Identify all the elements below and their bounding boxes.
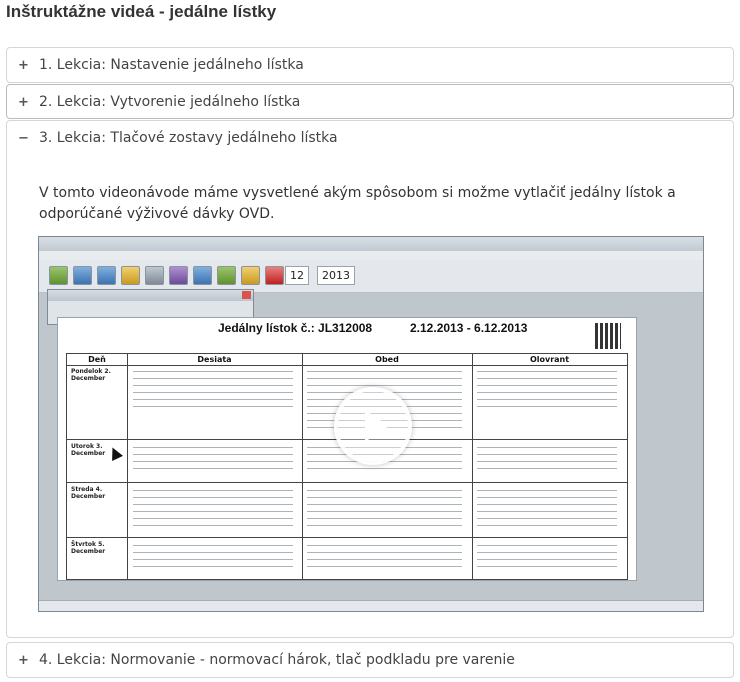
toolbar-icon (265, 266, 284, 285)
toolbar-icon (241, 266, 260, 285)
menu-table: Deň Desiata Obed Olovrant Pondelok 2. De… (66, 353, 628, 580)
video-app-menu-bar (39, 251, 703, 260)
video-player[interactable]: 12 2013 Jedálny lístok č.: JL312008 2.12… (38, 236, 704, 612)
toolbar-icon (73, 266, 92, 285)
toolbar-icon (145, 266, 164, 285)
print-preview-title (48, 290, 253, 301)
day-label: Pondelok 2. December (71, 368, 111, 382)
col-header-afternoon: Olovrant (472, 354, 627, 366)
lesson-title-1: 1. Lekcia: Nastavenie jedálneho lístka (39, 57, 304, 73)
play-icon (365, 410, 389, 442)
toolbar-icon (49, 266, 68, 285)
lesson-header-1[interactable]: + 1. Lekcia: Nastavenie jedálneho lístka (7, 48, 733, 82)
day-label: Štvrtok 5. December (71, 541, 106, 555)
lesson-title-3: 3. Lekcia: Tlačové zostavy jedálneho lís… (39, 130, 338, 146)
toolbar-icon (193, 266, 212, 285)
plus-icon: + (18, 652, 29, 668)
qr-code-icon (595, 323, 621, 349)
toolbar-icon (121, 266, 140, 285)
video-app-title-bar (39, 237, 703, 251)
toolbar-icon (169, 266, 188, 285)
report-dates: 2.12.2013 - 6.12.2013 (410, 321, 528, 335)
lesson-title-4: 4. Lekcia: Normovanie - normovací hárok,… (39, 652, 515, 668)
lesson-header-4[interactable]: + 4. Lekcia: Normovanie - normovací háro… (7, 643, 733, 677)
lesson-header-2[interactable]: + 2. Lekcia: Vytvorenie jedálneho lístka (7, 85, 733, 119)
close-icon (242, 291, 251, 299)
plus-icon: + (18, 94, 29, 110)
video-app-status-bar (39, 600, 703, 611)
lesson-panel-2: + 2. Lekcia: Vytvorenie jedálneho lístka (6, 84, 734, 119)
report-title: Jedálny lístok č.: JL312008 (218, 321, 373, 335)
month-field: 12 (285, 266, 309, 285)
page-title: Inštruktážne videá - jedálne lístky (6, 2, 277, 21)
lesson-header-3[interactable]: − 3. Lekcia: Tlačové zostavy jedálneho l… (7, 121, 733, 155)
col-header-lunch: Obed (302, 354, 472, 366)
lesson-description: V tomto videonávode máme vysvetlené akým… (39, 185, 676, 222)
minus-icon: − (18, 130, 29, 146)
play-button[interactable] (334, 387, 412, 465)
year-field: 2013 (317, 266, 355, 285)
lesson-panel-1: + 1. Lekcia: Nastavenie jedálneho lístka (6, 47, 734, 83)
toolbar-icon (97, 266, 116, 285)
lesson-panel-3: − 3. Lekcia: Tlačové zostavy jedálneho l… (6, 120, 734, 638)
col-header-day: Deň (67, 354, 127, 366)
toolbar-icon (217, 266, 236, 285)
day-label: Streda 4. December (71, 486, 106, 500)
lesson-title-2: 2. Lekcia: Vytvorenie jedálneho lístka (39, 94, 301, 110)
lesson-panel-4: + 4. Lekcia: Normovanie - normovací háro… (6, 642, 734, 678)
plus-icon: + (18, 57, 29, 73)
col-header-snack: Desiata (127, 354, 302, 366)
